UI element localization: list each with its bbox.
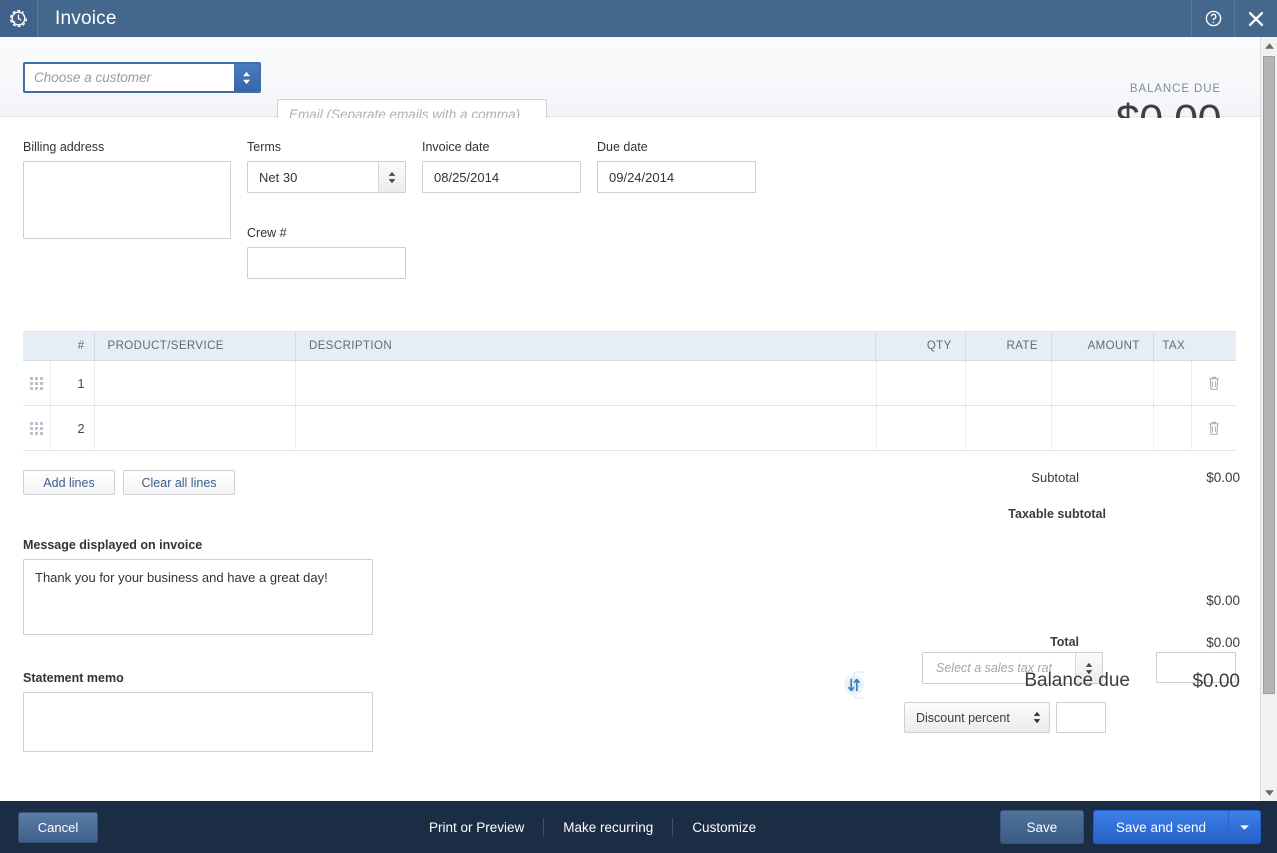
terms-field: Terms Net 30	[247, 140, 406, 193]
print-or-preview-link[interactable]: Print or Preview	[410, 820, 543, 835]
customer-dropdown-arrow[interactable]	[234, 64, 259, 91]
billing-address-input[interactable]	[23, 161, 231, 239]
invoice-message-input[interactable]	[23, 559, 373, 635]
th-drag	[23, 332, 51, 360]
page-title: Invoice	[55, 7, 117, 29]
due-date-field: Due date	[597, 140, 756, 193]
trash-icon[interactable]	[1192, 361, 1236, 405]
clear-all-lines-button[interactable]: Clear all lines	[123, 470, 235, 495]
table-row[interactable]: 1	[23, 361, 1236, 406]
scroll-down-arrow[interactable]	[1261, 784, 1277, 801]
terms-select[interactable]: Net 30	[247, 161, 406, 193]
invoice-date-field: Invoice date	[422, 140, 581, 193]
th-number: #	[51, 332, 95, 360]
invoice-body: Billing address Terms Net 30 Invoice dat…	[0, 118, 1260, 801]
help-circle-icon[interactable]	[1191, 0, 1234, 37]
row-number: 2	[51, 406, 95, 450]
title-bar: Invoice	[0, 0, 1277, 37]
row-rate-input[interactable]	[966, 406, 1053, 450]
vertical-scrollbar[interactable]	[1260, 37, 1277, 801]
customize-link[interactable]: Customize	[673, 820, 775, 835]
trash-icon[interactable]	[1192, 406, 1236, 450]
scroll-up-arrow[interactable]	[1261, 37, 1277, 54]
discount-type-select[interactable]: Discount percent	[904, 702, 1050, 733]
footer-links: Print or Preview Make recurring Customiz…	[410, 817, 775, 837]
drag-handle-icon[interactable]	[23, 361, 52, 405]
add-lines-button[interactable]: Add lines	[23, 470, 115, 495]
table-row[interactable]: 2	[23, 406, 1236, 451]
chevron-down-icon[interactable]	[1228, 810, 1261, 844]
th-rate: RATE	[966, 332, 1052, 360]
crew-number-label: Crew #	[247, 226, 287, 240]
subtotal-value: $0.00	[1206, 470, 1240, 485]
statement-memo-label: Statement memo	[23, 671, 124, 685]
invoice-date-label: Invoice date	[422, 140, 490, 154]
due-date-label: Due date	[597, 140, 648, 154]
row-product-input[interactable]	[95, 361, 297, 405]
close-x-icon[interactable]	[1234, 0, 1277, 37]
th-product: PRODUCT/SERVICE	[95, 332, 297, 360]
row-number: 1	[51, 361, 95, 405]
balance-due-label: BALANCE DUE	[1129, 83, 1221, 95]
row-amount-input[interactable]	[1052, 361, 1154, 405]
crew-number-input[interactable]	[247, 247, 406, 279]
save-and-send-button[interactable]: Save and send	[1092, 810, 1228, 844]
footer-toolbar: Cancel Print or Preview Make recurring C…	[0, 801, 1277, 853]
row-tax-checkbox[interactable]	[1154, 361, 1192, 405]
terms-label: Terms	[247, 140, 282, 154]
subtotal-label: Subtotal	[1031, 470, 1079, 485]
scrollbar-thumb[interactable]	[1263, 56, 1275, 694]
recurring-clock-icon	[0, 0, 38, 37]
row-description-input[interactable]	[296, 406, 877, 450]
row-rate-input[interactable]	[966, 361, 1053, 405]
th-amount: AMOUNT	[1052, 332, 1154, 360]
terms-value: Net 30	[259, 169, 298, 185]
crew-number-field: Crew #	[247, 226, 406, 279]
line-items-table: # PRODUCT/SERVICE DESCRIPTION QTY RATE A…	[23, 331, 1236, 451]
taxable-subtotal-label: Taxable subtotal	[1008, 507, 1106, 521]
th-tax: TAX	[1162, 340, 1186, 352]
row-qty-input[interactable]	[877, 406, 967, 450]
discount-type-value: Discount percent	[916, 710, 1010, 725]
total-value: $0.00	[1206, 635, 1240, 650]
row-tax-checkbox[interactable]	[1154, 406, 1192, 450]
due-date-input[interactable]	[597, 161, 756, 193]
th-delete	[1192, 332, 1236, 360]
footer-actions: Save Save and send	[999, 810, 1261, 844]
save-and-send-group: Save and send	[1092, 810, 1261, 844]
row-qty-input[interactable]	[877, 361, 967, 405]
discount-value-input[interactable]	[1056, 702, 1106, 733]
invoice-header-strip: BALANCE DUE $0.00	[0, 37, 1260, 144]
row-amount-input[interactable]	[1052, 406, 1154, 450]
th-qty: QTY	[876, 332, 966, 360]
statement-memo-field: Statement memo	[23, 671, 373, 757]
statement-memo-input[interactable]	[23, 692, 373, 752]
th-description: DESCRIPTION	[296, 332, 877, 360]
invoice-message-label: Message displayed on invoice	[23, 538, 203, 552]
discount-amount-value: $0.00	[1206, 593, 1240, 608]
make-recurring-link[interactable]: Make recurring	[544, 820, 672, 835]
discount-dropdown-arrow[interactable]	[1025, 711, 1049, 724]
drag-handle-icon[interactable]	[23, 406, 52, 450]
billing-address-field: Billing address	[23, 140, 231, 244]
table-header-row: # PRODUCT/SERVICE DESCRIPTION QTY RATE A…	[23, 332, 1236, 361]
save-button[interactable]: Save	[999, 810, 1084, 844]
row-product-input[interactable]	[95, 406, 297, 450]
terms-dropdown-arrow[interactable]	[378, 162, 405, 192]
customer-select[interactable]	[23, 62, 261, 93]
balance-due-total-value: $0.00	[1192, 671, 1240, 692]
customer-input[interactable]	[25, 64, 234, 91]
invoice-date-input[interactable]	[422, 161, 581, 193]
billing-address-label: Billing address	[23, 140, 105, 154]
row-description-input[interactable]	[296, 361, 877, 405]
cancel-button[interactable]: Cancel	[18, 811, 98, 843]
swap-vertical-icon[interactable]	[839, 669, 871, 701]
total-label: Total	[1050, 635, 1079, 649]
invoice-message-field: Message displayed on invoice	[23, 538, 373, 640]
invoice-window: Invoice Choose a customer Email (Separat…	[0, 0, 1277, 853]
